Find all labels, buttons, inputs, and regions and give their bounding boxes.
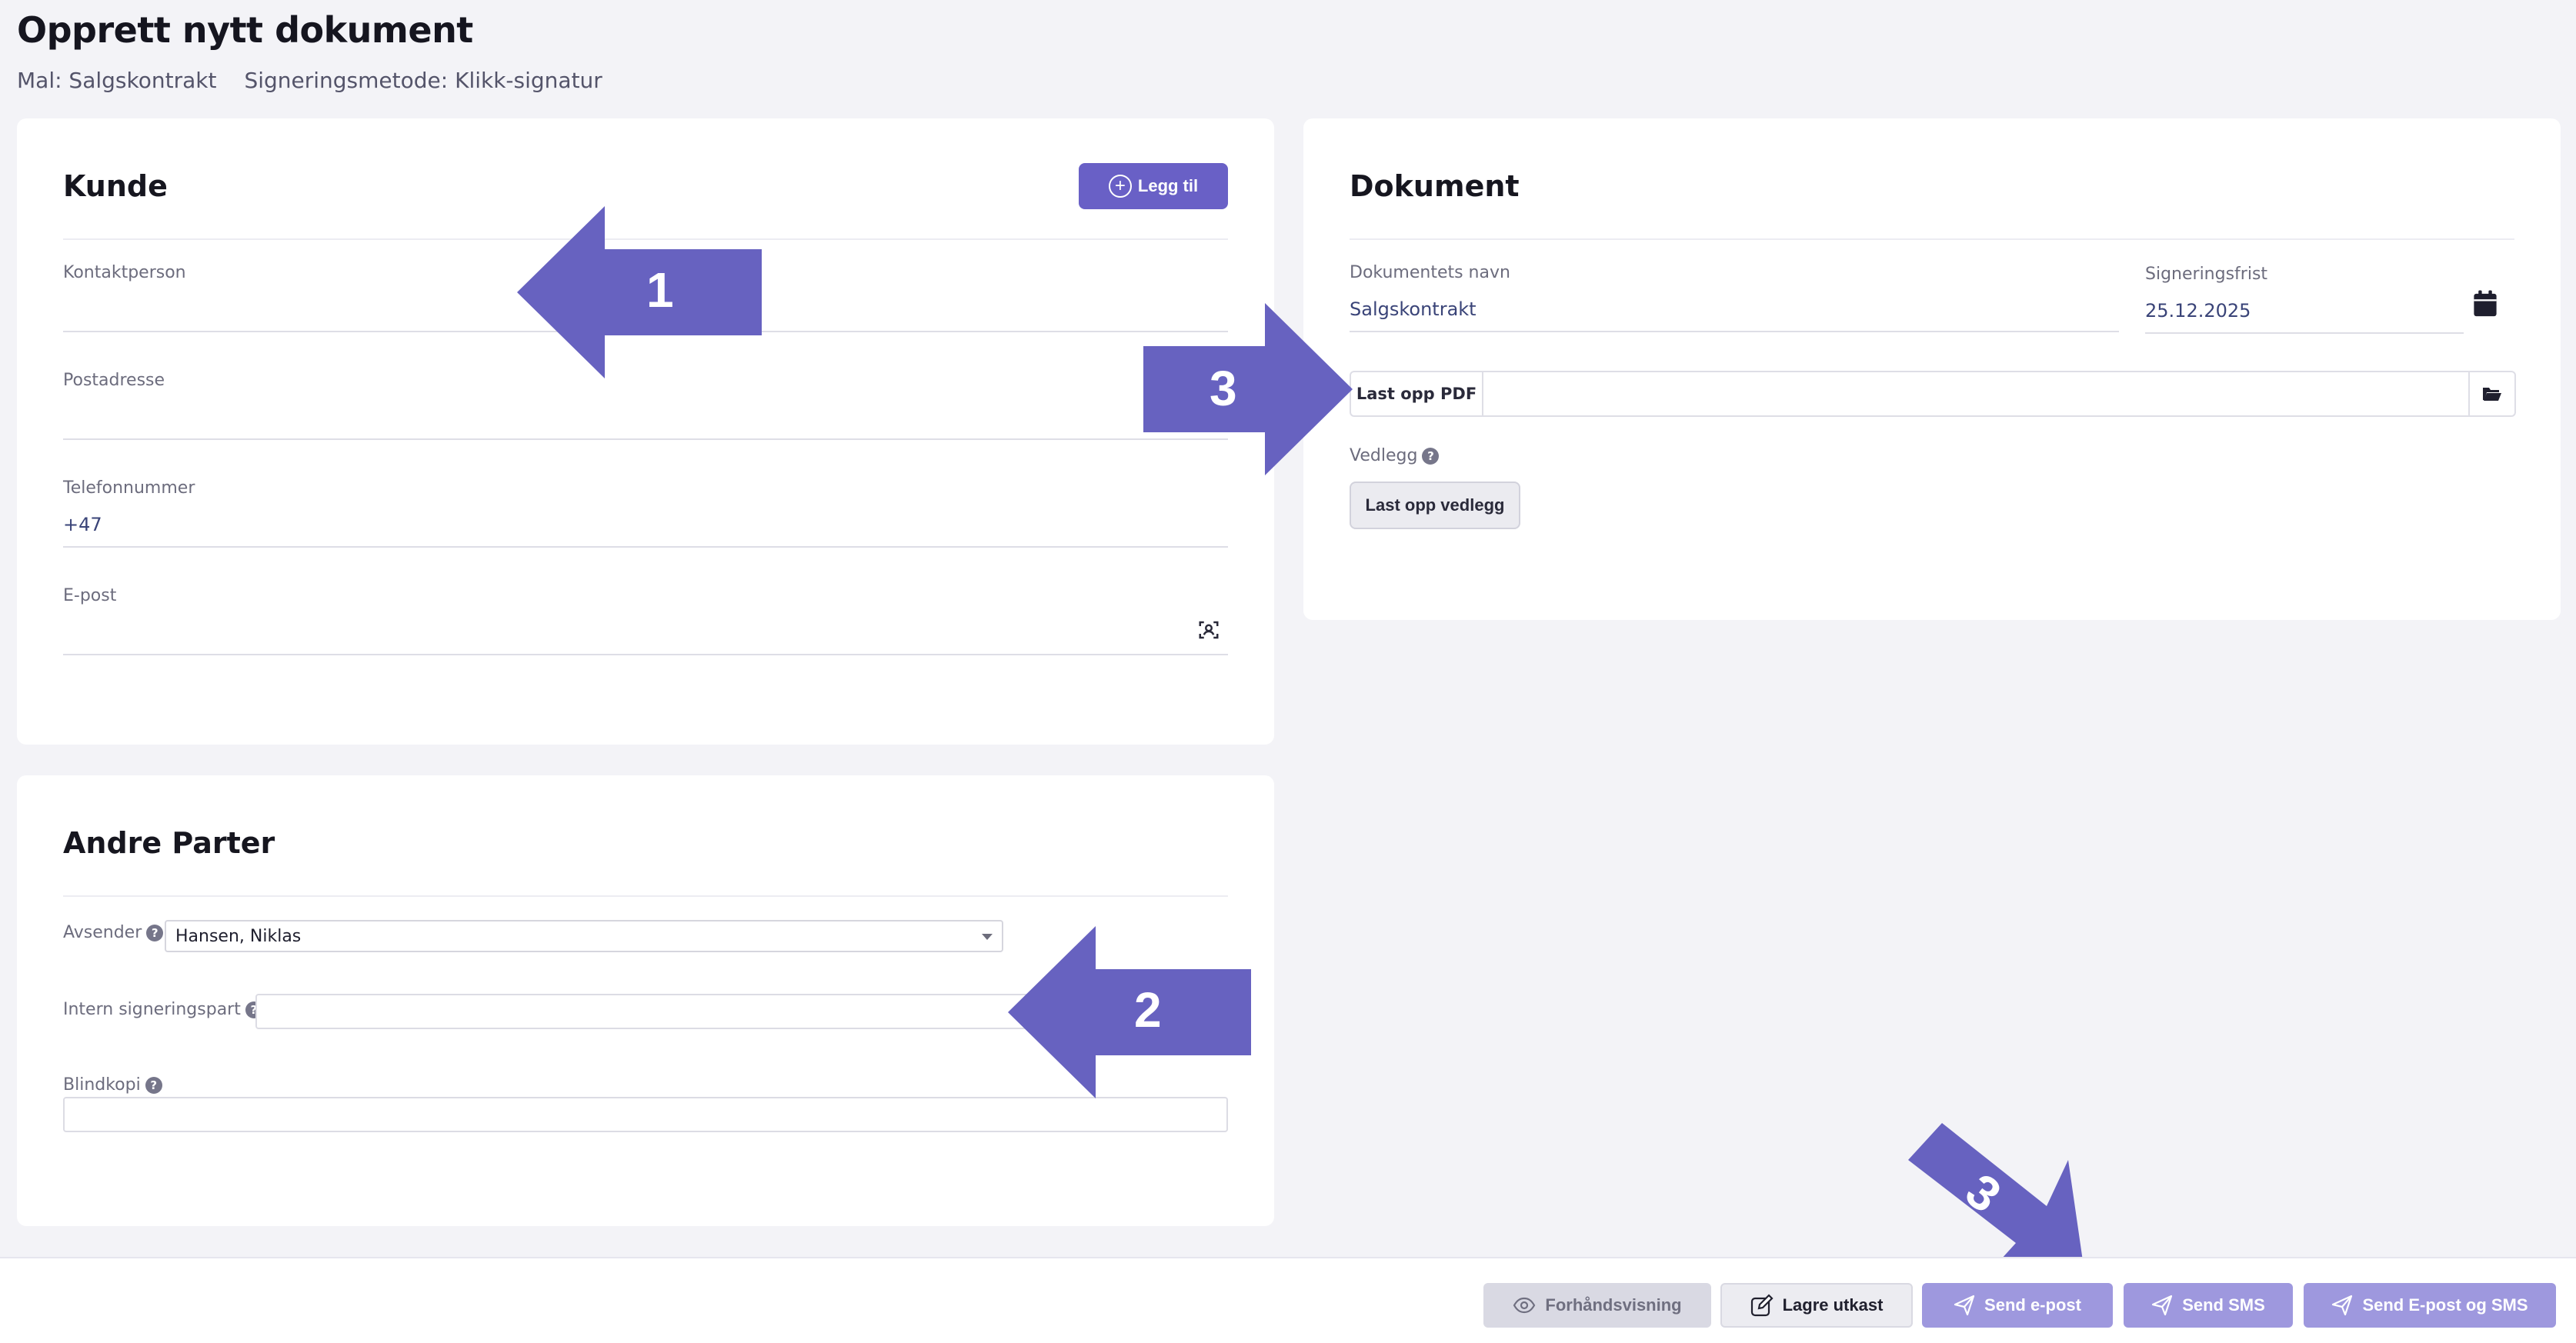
- bcc-label-row: Blindkopi ?: [63, 1075, 162, 1095]
- add-customer-label: Legg til: [1137, 176, 1199, 195]
- postal-address-input[interactable]: [63, 394, 1228, 437]
- email-field: E-post: [63, 586, 1228, 655]
- customer-card-title: Kunde: [63, 169, 168, 203]
- field-underline: [1350, 331, 2119, 332]
- field-underline: [63, 546, 1228, 548]
- annotation-arrow-3-top: 3: [1143, 303, 1353, 475]
- other-parties-title: Andre Parter: [63, 826, 275, 860]
- arrow-diagonal-shape: [1908, 1123, 2085, 1277]
- field-underline: [2145, 332, 2464, 334]
- arrow-left-shape: [517, 206, 762, 378]
- card-divider: [1350, 238, 2514, 240]
- document-name-field: Dokumentets navn Salgskontrakt: [1350, 263, 2119, 332]
- sender-label: Avsender: [63, 923, 142, 942]
- upload-attachment-button[interactable]: Last opp vedlegg: [1350, 482, 1520, 529]
- scan-icon[interactable]: [1197, 618, 1220, 642]
- add-customer-button[interactable]: + Legg til: [1079, 163, 1228, 209]
- signing-deadline-value[interactable]: 25.12.2025: [2145, 300, 2251, 322]
- chevron-down-icon: [982, 934, 993, 940]
- annotation-number-2: 2: [1134, 982, 1162, 1038]
- field-underline: [63, 438, 1228, 440]
- phone-field: Telefonnummer +47: [63, 478, 1228, 548]
- annotation-arrow-1: 1: [517, 206, 762, 378]
- send-sms-button[interactable]: Send SMS: [2124, 1283, 2293, 1328]
- page-title: Opprett nytt dokument: [17, 9, 473, 51]
- annotation-arrow-3-bottom: 3: [1908, 1123, 2093, 1277]
- edit-icon: [1750, 1294, 1774, 1317]
- document-name-label: Dokumentets navn: [1350, 263, 1510, 282]
- plus-circle-icon: +: [1108, 175, 1132, 198]
- upload-pdf-label: Last opp PDF: [1351, 372, 1483, 415]
- save-draft-button[interactable]: Lagre utkast: [1720, 1283, 1913, 1328]
- signing-deadline-label: Signeringsfrist: [2145, 265, 2268, 284]
- send-email-button[interactable]: Send e-post: [1922, 1283, 2113, 1328]
- card-divider: [63, 895, 1228, 897]
- internal-signer-label-row: Intern signeringspart ?: [63, 1000, 262, 1019]
- upload-pdf-input[interactable]: [1483, 372, 2468, 415]
- preview-button[interactable]: Forhåndsvisning: [1483, 1283, 1711, 1328]
- page-meta: Mal: Salgskontrakt Signeringsmetode: Kli…: [17, 68, 602, 93]
- annotation-arrow-2: 2: [1008, 926, 1251, 1098]
- folder-icon: [2483, 388, 2501, 401]
- signing-deadline-field: Signeringsfrist 25.12.2025: [2145, 265, 2464, 334]
- sender-label-row: Avsender ?: [63, 923, 164, 942]
- sender-selected-value: Hansen, Niklas: [175, 926, 302, 946]
- send-sms-label: Send SMS: [2182, 1295, 2265, 1315]
- arrow-right-shape: [1143, 303, 1353, 475]
- page: Opprett nytt dokument Mal: Salgskontrakt…: [0, 0, 2576, 1343]
- document-card-title: Dokument: [1350, 169, 1520, 203]
- send-email-and-sms-button[interactable]: Send E-post og SMS: [2304, 1283, 2556, 1328]
- send-email-and-sms-label: Send E-post og SMS: [2362, 1295, 2528, 1315]
- field-underline: [63, 654, 1228, 655]
- send-icon: [2332, 1295, 2353, 1316]
- signing-method-info: Signeringsmetode: Klikk-signatur: [244, 68, 602, 93]
- annotation-number-1: 1: [646, 262, 674, 318]
- bcc-input[interactable]: [63, 1097, 1228, 1132]
- send-icon: [1954, 1295, 1975, 1316]
- phone-label: Telefonnummer: [63, 478, 195, 498]
- help-icon[interactable]: ?: [1422, 447, 1440, 465]
- email-input[interactable]: [63, 609, 1228, 652]
- bcc-label: Blindkopi: [63, 1075, 141, 1095]
- email-label: E-post: [63, 586, 117, 605]
- calendar-icon[interactable]: [2471, 289, 2499, 318]
- phone-value[interactable]: +47: [63, 514, 102, 535]
- attachment-label: Vedlegg: [1350, 446, 1418, 465]
- eye-icon: [1513, 1297, 1536, 1314]
- document-name-value[interactable]: Salgskontrakt: [1350, 298, 1477, 320]
- internal-signer-label: Intern signeringspart: [63, 1000, 241, 1019]
- help-icon[interactable]: ?: [146, 924, 164, 941]
- action-footer: Forhåndsvisning Lagre utkast Send e-post…: [0, 1257, 2576, 1343]
- template-info: Mal: Salgskontrakt: [17, 68, 217, 93]
- internal-signer-input[interactable]: [255, 994, 1063, 1029]
- send-email-label: Send e-post: [1984, 1295, 2081, 1315]
- folder-open-button[interactable]: [2468, 372, 2514, 415]
- arrow-left-shape: [1008, 926, 1251, 1098]
- upload-pdf-row: Last opp PDF: [1350, 371, 2516, 417]
- document-card: Dokument Dokumentets navn Salgskontrakt …: [1303, 118, 2561, 620]
- save-draft-label: Lagre utkast: [1782, 1295, 1884, 1315]
- sender-select[interactable]: Hansen, Niklas: [165, 920, 1003, 952]
- preview-label: Forhåndsvisning: [1545, 1295, 1682, 1315]
- annotation-number-3: 3: [1210, 361, 1237, 416]
- help-icon[interactable]: ?: [145, 1076, 162, 1094]
- send-icon: [2152, 1295, 2173, 1316]
- attachment-label-row: Vedlegg ?: [1350, 446, 1440, 465]
